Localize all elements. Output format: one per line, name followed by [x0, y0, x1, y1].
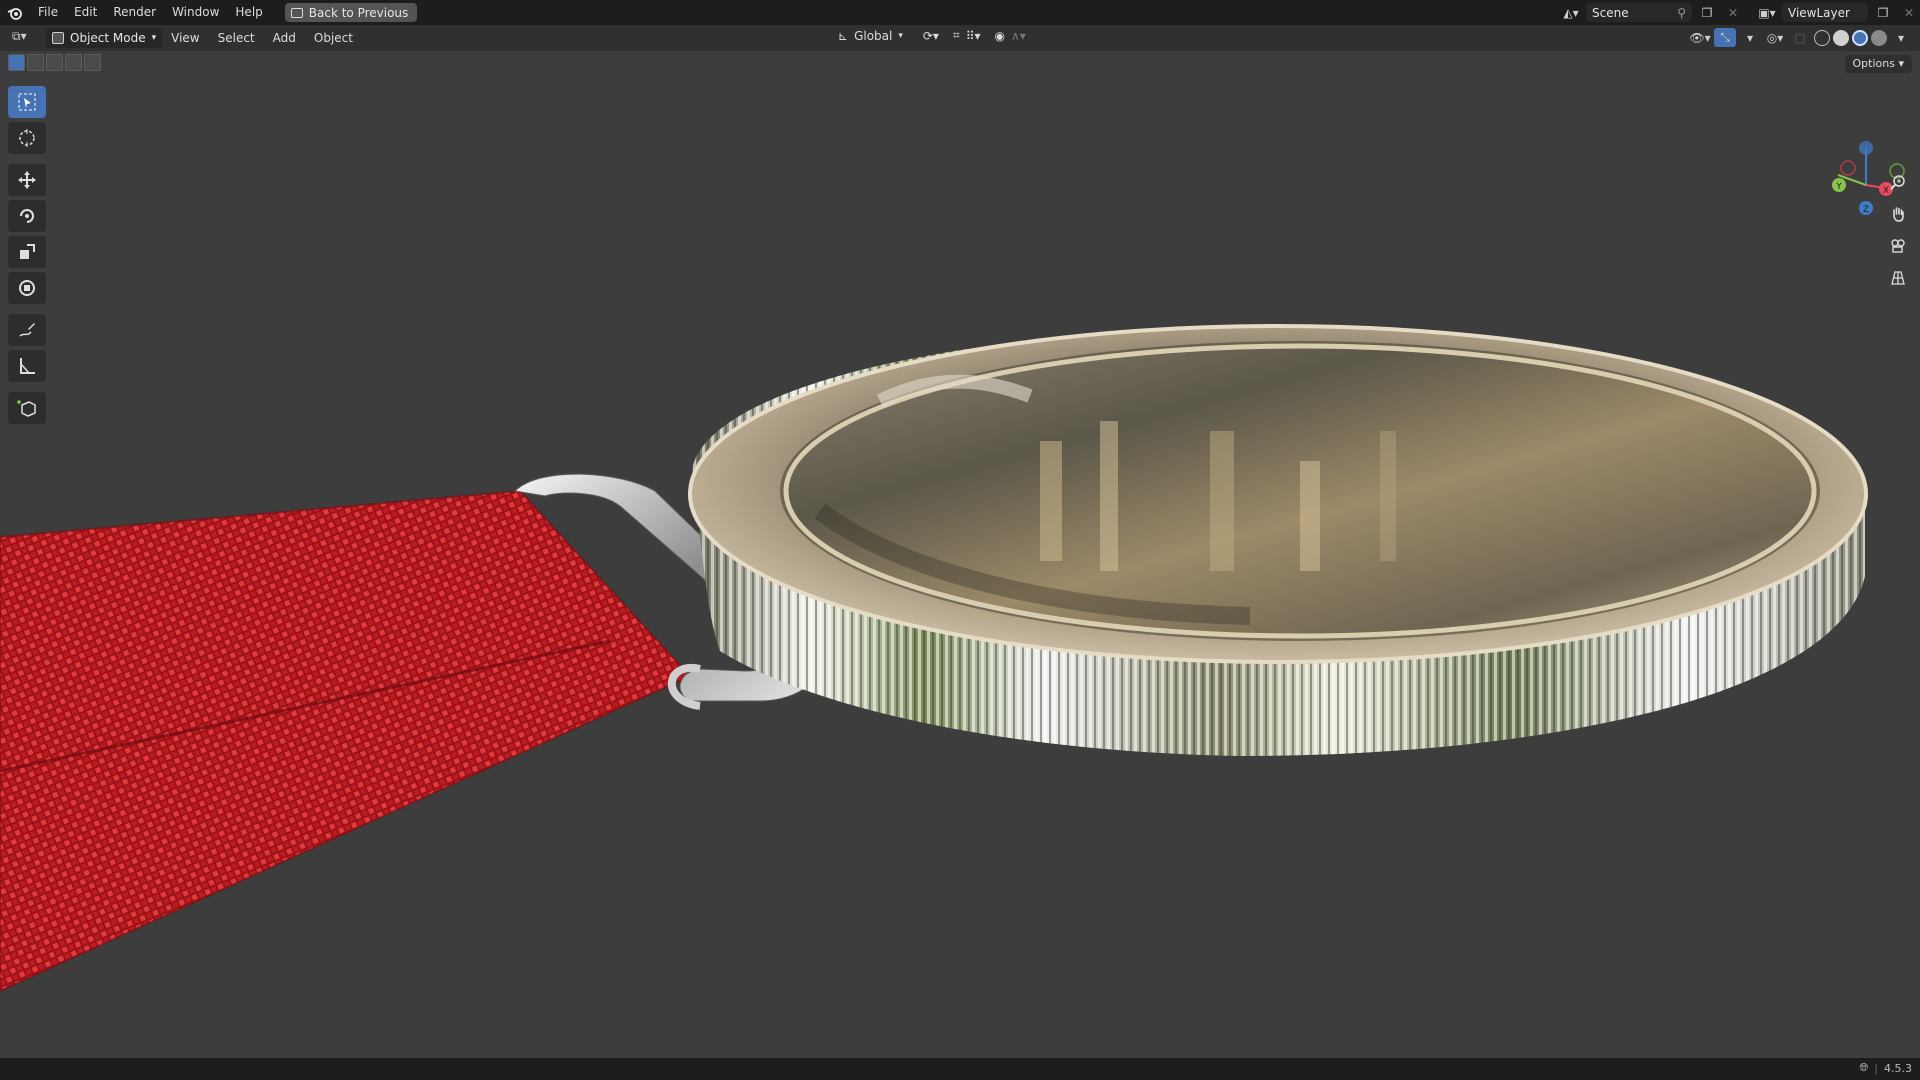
cursor-icon: [19, 129, 35, 147]
move-tool[interactable]: [8, 164, 46, 196]
falloff-icon[interactable]: ∧▾: [1011, 29, 1026, 43]
orientation-icon: ⊾: [838, 28, 849, 43]
camera-view-button[interactable]: [1886, 234, 1910, 258]
viewport-header: ⧉▾ Object Mode ▾ View Select Add Object …: [0, 25, 1920, 51]
xray-icon[interactable]: ▢: [1789, 28, 1811, 47]
object-mode-icon: [52, 32, 64, 44]
transform-icon: [19, 280, 35, 296]
pivot-icon[interactable]: ⟳▾: [923, 29, 939, 43]
chevron-down-icon: ▾: [898, 30, 903, 41]
transform-tool[interactable]: [8, 272, 46, 304]
tool-shelf: [8, 86, 48, 424]
visibility-icon[interactable]: 👁▾: [1689, 28, 1711, 47]
annotate-tool[interactable]: [8, 314, 46, 346]
z-axis-label: Z: [1863, 205, 1869, 215]
fullscreen-icon: [290, 7, 303, 18]
delete-view-layer-icon[interactable]: ✕: [1898, 3, 1920, 22]
move-icon: [18, 171, 36, 189]
blender-logo-icon[interactable]: [0, 0, 30, 25]
select-extend-icon[interactable]: [27, 54, 44, 71]
scene-name: Scene: [1592, 5, 1629, 20]
options-dropdown[interactable]: Options ▾: [1844, 55, 1912, 73]
menu-window[interactable]: Window: [164, 0, 227, 25]
measure-icon: [20, 358, 35, 374]
select-new-icon[interactable]: [8, 54, 25, 71]
medal: [688, 324, 1868, 756]
menu-add[interactable]: Add: [264, 31, 305, 45]
material-shading-icon[interactable]: [1852, 29, 1868, 46]
select-intersect-icon[interactable]: [84, 54, 101, 71]
scale-icon: [20, 244, 35, 259]
proportional-edit-icon[interactable]: ◉: [995, 29, 1005, 43]
orientation-label: Global: [854, 28, 893, 43]
new-view-layer-icon[interactable]: ❐: [1872, 3, 1894, 22]
add-cube-tool[interactable]: [8, 392, 46, 424]
solid-shading-icon[interactable]: [1833, 29, 1849, 46]
zoom-icon: [1890, 175, 1905, 190]
zoom-button[interactable]: [1886, 170, 1910, 194]
back-to-previous-label: Back to Previous: [308, 5, 409, 20]
selection-mode-buttons: [8, 54, 101, 71]
viewport-shading-controls: 👁▾ ⤡ ▾ ◎▾ ▢ ▾: [1689, 28, 1912, 47]
scene-selector-icon[interactable]: ◭▾: [1560, 3, 1582, 22]
globe-icon: 🌐︎: [1859, 1061, 1869, 1074]
delete-scene-icon[interactable]: ✕: [1722, 3, 1744, 22]
back-to-previous-button[interactable]: Back to Previous: [284, 3, 418, 22]
pan-button[interactable]: [1886, 202, 1910, 226]
transform-orientation[interactable]: ⊾ Global ▾ ⟳▾ ⌗ ⠿▾ ◉ ∧▾: [838, 28, 1026, 43]
view-layer-field[interactable]: ViewLayer: [1782, 3, 1868, 22]
gizmo-toggle-icon[interactable]: ⤡: [1714, 28, 1736, 47]
annotate-icon: [19, 323, 35, 337]
menu-edit[interactable]: Edit: [66, 0, 105, 25]
menu-select[interactable]: Select: [209, 31, 264, 45]
viewport-navigation: [1886, 170, 1910, 290]
top-menu-bar: File Edit Render Window Help Back to Pre…: [0, 0, 1920, 25]
scale-tool[interactable]: [8, 236, 46, 268]
y-axis-label: Y: [1835, 182, 1842, 192]
menu-help[interactable]: Help: [227, 0, 270, 25]
menu-file[interactable]: File: [30, 0, 66, 25]
select-box-icon: [18, 93, 36, 111]
3d-viewport[interactable]: X Y Z: [0, 51, 1920, 1058]
measure-tool[interactable]: [8, 350, 46, 382]
separator: |: [1874, 1061, 1878, 1075]
rotate-icon: [20, 209, 34, 223]
overlays-icon[interactable]: ◎▾: [1764, 28, 1786, 47]
menu-object[interactable]: Object: [305, 31, 362, 45]
version-info: 🌐︎ | 4.5.3: [1859, 1061, 1912, 1075]
status-bar: 🌐︎ | 4.5.3: [0, 1058, 1920, 1080]
version-label: 4.5.3: [1884, 1061, 1912, 1075]
camera-icon: [1891, 239, 1905, 253]
top-right-controls: ◭▾ Scene ⚲ ❐ ✕ ▣▾ ViewLayer ❐ ✕: [1560, 0, 1920, 25]
pin-icon[interactable]: ⚲: [1677, 6, 1686, 20]
scene-field[interactable]: Scene ⚲: [1586, 3, 1692, 22]
grid-icon: [1891, 271, 1905, 285]
select-box-tool[interactable]: [8, 86, 46, 118]
rotate-tool[interactable]: [8, 200, 46, 232]
cursor-tool[interactable]: [8, 122, 46, 154]
perspective-toggle-button[interactable]: [1886, 266, 1910, 290]
shading-options-icon[interactable]: ▾: [1890, 28, 1912, 47]
add-cube-icon: [17, 400, 36, 417]
mode-selector[interactable]: Object Mode ▾: [46, 28, 163, 48]
z-neg-handle[interactable]: [1859, 141, 1873, 155]
select-subtract-icon[interactable]: [46, 54, 63, 71]
new-scene-icon[interactable]: ❐: [1696, 3, 1718, 22]
mode-label: Object Mode: [70, 31, 146, 45]
rendered-shading-icon[interactable]: [1871, 29, 1887, 46]
snap-grid-icon[interactable]: ⠿▾: [966, 29, 981, 43]
chevron-down-icon: ▾: [151, 33, 157, 43]
menu-view[interactable]: View: [162, 31, 208, 45]
editor-type-icon[interactable]: ⧉▾: [12, 29, 27, 44]
hand-icon: [1893, 207, 1904, 222]
snap-icon[interactable]: ⌗: [953, 28, 960, 43]
options-label: Options: [1852, 57, 1895, 70]
wireframe-shading-icon[interactable]: [1814, 29, 1830, 46]
gizmo-options-icon[interactable]: ▾: [1739, 28, 1761, 47]
menu-render[interactable]: Render: [105, 0, 164, 25]
view-layer-name: ViewLayer: [1788, 5, 1850, 20]
select-invert-icon[interactable]: [65, 54, 82, 71]
view-layer-selector-icon[interactable]: ▣▾: [1756, 3, 1778, 22]
